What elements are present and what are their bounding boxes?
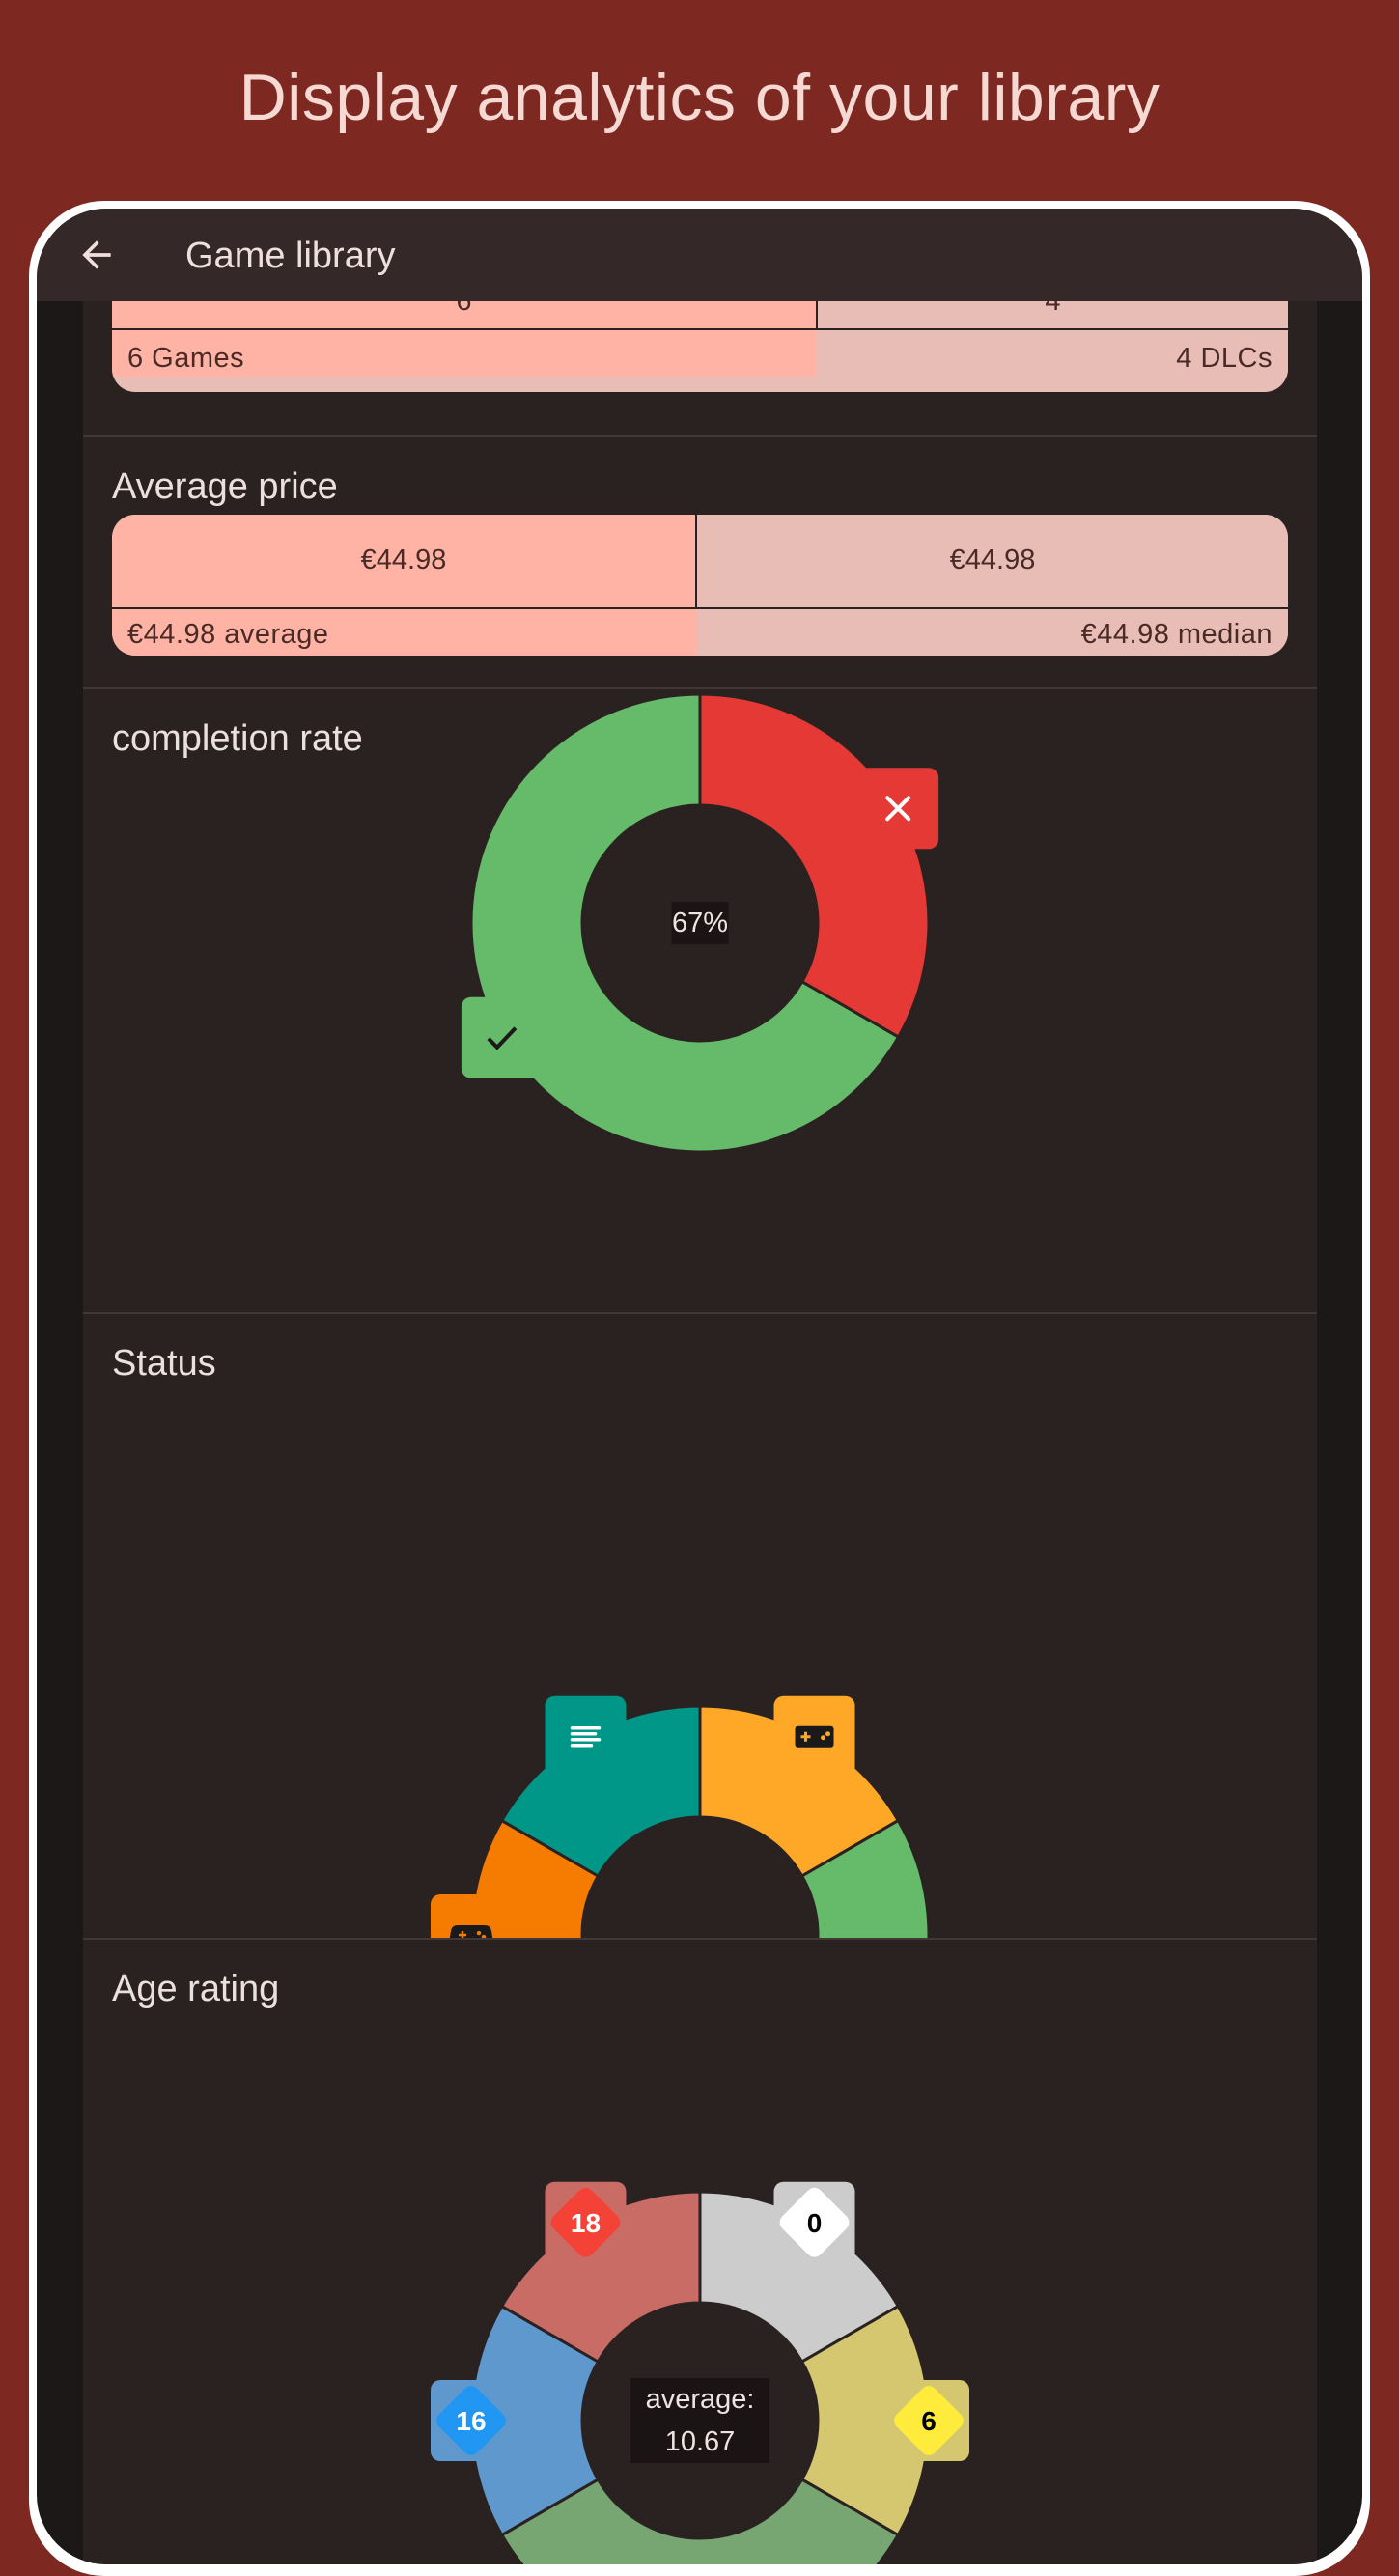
median-segment: €44.98 [697,515,1288,609]
app-screen: Game library 6 4 6 Games 4 DLCs Average … [37,209,1362,2564]
section-title: Average price [112,466,338,507]
chart-center-label: 67% [672,908,728,938]
headline: Display analytics of your library [238,61,1161,134]
count-section: 6 4 6 Games 4 DLCs [83,301,1317,436]
average-price-section: Average price €44.98 €44.98 €44.98 avera… [83,437,1317,688]
games-value: 6 [456,301,472,317]
dlcs-label: 4 DLCs [1176,343,1273,374]
age-rating-label: 18 [571,2208,601,2238]
app-bar-title: Game library [185,236,396,276]
gamepad-icon [795,1725,834,1748]
price-bar: €44.98 €44.98 €44.98 average €44.98 medi… [112,515,1288,656]
chart-center-label: 10.67 [665,2426,736,2457]
dlcs-value: 4 [1045,301,1061,317]
median-value: €44.98 [949,545,1036,575]
app-bar: Game library [37,209,1362,301]
average-label: €44.98 average [127,619,329,650]
dlcs-segment: 4 [818,301,1288,330]
age-rating-label: 6 [921,2406,937,2436]
games-segment: 6 [112,301,818,330]
arrow-back-icon[interactable] [75,234,118,276]
count-bar: 6 4 6 Games 4 DLCs [112,301,1288,392]
completion-donut-chart: 67% [461,692,939,1154]
chart-slice-not-completed[interactable] [698,692,931,1040]
status-section: Status [83,1314,1317,1938]
chart-center-label: average: [646,2384,755,2415]
age-rating-label: 16 [456,2406,486,2436]
games-label: 6 Games [127,343,245,374]
completion-rate-section: completion rate 67% [83,689,1317,1313]
slice-badge [461,996,543,1078]
controller-icon [449,1925,493,1938]
age-rating-label: 0 [807,2208,823,2238]
age-rating-donut-chart: 06121618average:10.67 [431,2181,969,2564]
average-value: €44.98 [360,545,447,575]
status-donut-chart [431,1695,931,1938]
age-rating-section: Age rating 06121618average:10.67 [83,1940,1317,2564]
average-segment: €44.98 [112,515,697,609]
slice-badge [545,1695,627,1778]
analytics-list[interactable]: 6 4 6 Games 4 DLCs Average price €44.98 [83,301,1317,2564]
median-label: €44.98 median [1080,619,1273,650]
